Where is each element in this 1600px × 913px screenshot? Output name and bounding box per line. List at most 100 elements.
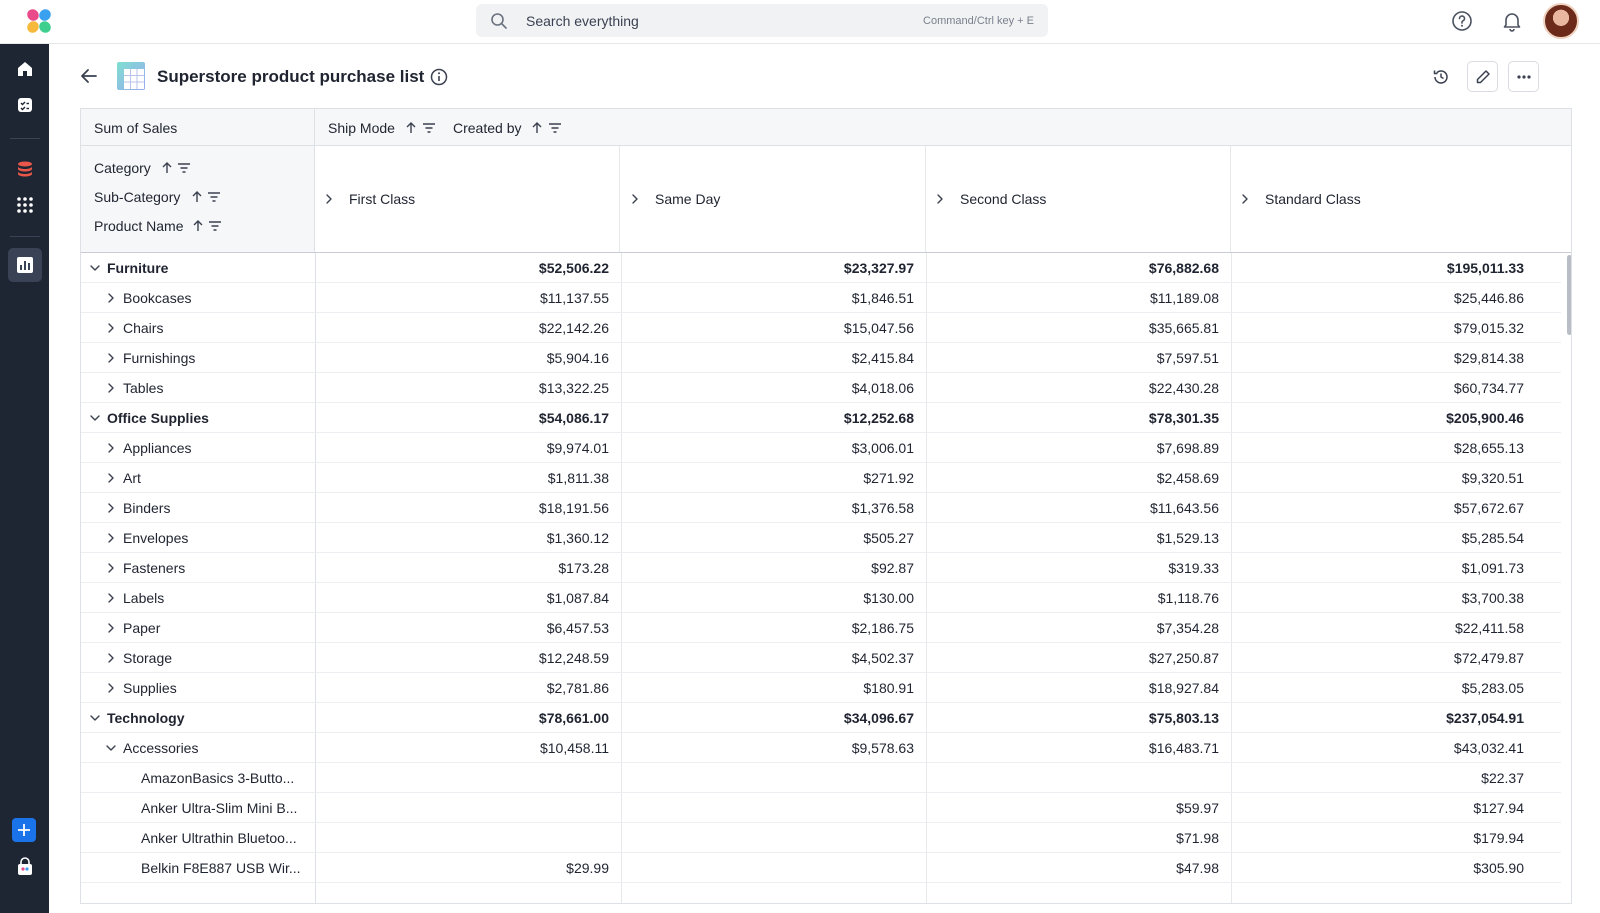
chevron-right-icon[interactable]	[105, 502, 117, 514]
column-header[interactable]: Second Class	[926, 146, 1231, 252]
filter-icon[interactable]	[548, 121, 562, 135]
value-cell[interactable]: $3,006.01	[852, 440, 914, 456]
search-input[interactable]: Search everything	[526, 13, 639, 29]
value-cell[interactable]: $79,015.32	[1454, 320, 1524, 336]
category-row[interactable]: Office Supplies $54,086.17 $12,252.68 $78,3…	[81, 403, 1561, 433]
value-cell[interactable]: $6,457.53	[547, 620, 609, 636]
value-cell[interactable]: $34,096.67	[844, 710, 914, 726]
column-header[interactable]: First Class	[315, 146, 620, 252]
sub-category-row[interactable]: Binders $18,191.56 $1,376.58 $11,643.56 $57,…	[81, 493, 1561, 523]
value-cell[interactable]: $1,360.12	[547, 530, 609, 546]
value-cell[interactable]: $1,846.51	[852, 290, 914, 306]
chevron-right-icon[interactable]	[105, 442, 117, 454]
sort-ascending-icon[interactable]	[530, 121, 544, 135]
chevron-right-icon[interactable]	[105, 652, 117, 664]
apps-grid-icon[interactable]	[12, 192, 38, 218]
sub-category-row[interactable]: Chairs $22,142.26 $15,047.56 $35,665.81 $79,…	[81, 313, 1561, 343]
chevron-right-icon[interactable]	[105, 472, 117, 484]
value-cell[interactable]: $5,285.54	[1462, 530, 1524, 546]
value-cell[interactable]: $1,087.84	[547, 590, 609, 606]
sub-category-row[interactable]: Paper $6,457.53 $2,186.75 $7,354.28 $22,411.…	[81, 613, 1561, 643]
value-cell[interactable]: $13,322.25	[539, 380, 609, 396]
sort-ascending-icon[interactable]	[160, 161, 174, 175]
value-cell[interactable]: $7,597.51	[1157, 350, 1219, 366]
value-cell[interactable]: $3,700.38	[1462, 590, 1524, 606]
product-row[interactable]: Belkin F8E887 USB Wir... $29.99 $47.98 $305…	[81, 853, 1561, 883]
home-icon[interactable]	[12, 56, 38, 82]
filter-icon[interactable]	[207, 190, 221, 204]
chevron-right-icon[interactable]	[105, 532, 117, 544]
value-cell[interactable]: $92.87	[871, 560, 914, 576]
sort-ascending-icon[interactable]	[191, 219, 205, 233]
filter-icon[interactable]	[422, 121, 436, 135]
sub-category-row[interactable]: Accessories $10,458.11 $9,578.63 $16,483.71…	[81, 733, 1561, 763]
value-cell[interactable]: $11,643.56	[1150, 500, 1219, 516]
value-cell[interactable]: $59.97	[1176, 800, 1219, 816]
value-cell[interactable]: $11,189.08	[1150, 290, 1219, 306]
chevron-right-icon[interactable]	[105, 292, 117, 304]
search-box[interactable]: Search everything Command/Ctrl key + E	[476, 4, 1048, 37]
value-cell[interactable]: $18,927.84	[1149, 680, 1219, 696]
vertical-scrollbar[interactable]	[1567, 255, 1571, 335]
sub-category-row[interactable]: Tables $13,322.25 $4,018.06 $22,430.28 $60,7…	[81, 373, 1561, 403]
value-cell[interactable]: $180.91	[863, 680, 914, 696]
value-cell[interactable]: $305.90	[1473, 860, 1524, 876]
value-cell[interactable]: $2,415.84	[852, 350, 914, 366]
value-cell[interactable]: $1,118.76	[1158, 590, 1219, 606]
value-cell[interactable]: $10,458.11	[540, 740, 609, 756]
product-row[interactable]: AmazonBasics 3-Butto... $22.37	[81, 763, 1561, 793]
more-options-button[interactable]	[1508, 61, 1539, 92]
value-cell[interactable]: $22,430.28	[1149, 380, 1219, 396]
sub-category-row[interactable]: Art $1,811.38 $271.92 $2,458.69 $9,320.51	[81, 463, 1561, 493]
value-cell[interactable]: $1,376.58	[852, 500, 914, 516]
value-cell[interactable]: $23,327.97	[844, 260, 914, 276]
value-cell[interactable]: $505.27	[863, 530, 914, 546]
value-cell[interactable]: $319.33	[1168, 560, 1219, 576]
chevron-right-icon[interactable]	[105, 682, 117, 694]
value-cell[interactable]: $22,411.58	[1455, 620, 1524, 636]
value-cell[interactable]: $2,781.86	[547, 680, 609, 696]
value-cell[interactable]: $173.28	[558, 560, 609, 576]
value-cell[interactable]: $12,248.59	[539, 650, 609, 666]
add-button[interactable]	[12, 818, 36, 842]
sub-category-row[interactable]: Appliances $9,974.01 $3,006.01 $7,698.89 $28…	[81, 433, 1561, 463]
value-cell[interactable]: $18,191.56	[539, 500, 609, 516]
column-field-ship-mode[interactable]: Ship Mode	[328, 120, 395, 136]
sub-category-row[interactable]: Labels $1,087.84 $130.00 $1,118.76 $3,700.38	[81, 583, 1561, 613]
info-icon[interactable]	[430, 68, 448, 86]
value-cell[interactable]: $76,882.68	[1149, 260, 1219, 276]
chevron-right-icon[interactable]	[105, 592, 117, 604]
value-cell[interactable]: $35,665.81	[1149, 320, 1219, 336]
chevron-right-icon[interactable]	[105, 622, 117, 634]
value-cell[interactable]: $2,458.69	[1157, 470, 1219, 486]
value-cell[interactable]: $7,698.89	[1157, 440, 1219, 456]
value-cell[interactable]: $29.99	[566, 860, 609, 876]
sort-ascending-icon[interactable]	[190, 190, 204, 204]
chevron-down-icon[interactable]	[105, 742, 117, 754]
category-row[interactable]: Technology $78,661.00 $34,096.67 $75,803.13…	[81, 703, 1561, 733]
column-header[interactable]: Standard Class	[1231, 146, 1571, 252]
marketplace-bag-icon[interactable]	[12, 854, 38, 880]
value-cell[interactable]: $75,803.13	[1149, 710, 1219, 726]
value-cell[interactable]: $22,142.26	[539, 320, 609, 336]
value-cell[interactable]: $205,900.46	[1446, 410, 1524, 426]
value-cell[interactable]: $127.94	[1473, 800, 1524, 816]
value-cell[interactable]: $1,811.38	[548, 470, 609, 486]
value-cell[interactable]: $2,186.75	[852, 620, 914, 636]
column-field-created-by[interactable]: Created by	[453, 120, 521, 136]
value-cell[interactable]: $57,672.67	[1454, 500, 1524, 516]
sub-category-row[interactable]: Storage $12,248.59 $4,502.37 $27,250.87 $72,…	[81, 643, 1561, 673]
sub-category-row[interactable]: Envelopes $1,360.12 $505.27 $1,529.13 $5,285…	[81, 523, 1561, 553]
value-cell[interactable]: $9,974.01	[547, 440, 609, 456]
sort-ascending-icon[interactable]	[404, 121, 418, 135]
notification-bell-icon[interactable]	[1500, 9, 1524, 33]
value-cell[interactable]: $4,018.06	[852, 380, 914, 396]
user-avatar[interactable]	[1543, 3, 1579, 39]
value-cell[interactable]: $237,054.91	[1446, 710, 1524, 726]
database-icon[interactable]	[12, 156, 38, 182]
value-cell[interactable]: $195,011.33	[1447, 260, 1524, 276]
value-cell[interactable]: $1,529.13	[1157, 530, 1219, 546]
row-field-product-name[interactable]: Product Name	[94, 218, 183, 234]
value-cell[interactable]: $25,446.86	[1454, 290, 1524, 306]
value-cell[interactable]: $78,301.35	[1149, 410, 1219, 426]
